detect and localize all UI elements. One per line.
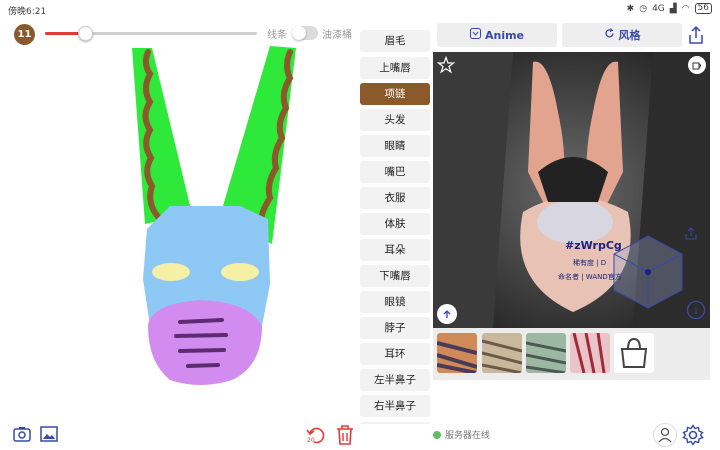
sketch-left-ear: [132, 48, 192, 224]
result-namer: 命名者 | WAND官方: [558, 273, 622, 281]
category-clothes[interactable]: 衣服: [360, 187, 430, 209]
wifi-icon: ◠: [681, 3, 690, 14]
category-neck[interactable]: 脖子: [360, 317, 430, 339]
alarm-icon: ◷: [639, 3, 648, 14]
sketch-mouth: [148, 300, 262, 385]
app-root: 傍晚6:21 ✱ ◷ 4G ▟ ◠ 56 11 线条 油漆桶 眉毛 上嘴唇 项链…: [0, 0, 720, 450]
server-status-label: 服务器在线: [445, 431, 491, 441]
bag-icon[interactable]: [614, 333, 654, 373]
category-list: 眉毛 上嘴唇 项链 头发 眼睛 嘴巴 衣服 体肤 耳朵 下嘴唇 眼镜 脖子 耳环…: [358, 20, 432, 424]
history-thumb-3[interactable]: [526, 333, 566, 373]
paint-mode-toggle[interactable]: [292, 26, 318, 40]
category-upper-lip[interactable]: 上嘴唇: [360, 57, 430, 79]
sketch-right-eye: [221, 263, 259, 281]
category-hair[interactable]: 头发: [360, 109, 430, 131]
generated-result-image[interactable]: i: [433, 52, 710, 328]
network-label: 4G: [652, 3, 665, 14]
brush-size-indicator[interactable]: 11: [14, 24, 35, 45]
category-ears[interactable]: 耳朵: [360, 239, 430, 261]
image-icon[interactable]: [40, 426, 58, 446]
result-share-icon[interactable]: [684, 226, 698, 245]
server-status: 服务器在线: [433, 428, 490, 441]
category-lower-lip[interactable]: 下嘴唇: [360, 265, 430, 287]
trash-icon[interactable]: [335, 424, 355, 450]
category-mouth[interactable]: 嘴巴: [360, 161, 430, 183]
category-eyes[interactable]: 眼睛: [360, 135, 430, 157]
bluetooth-icon: ✱: [626, 3, 635, 14]
undo-count: 20: [307, 437, 315, 444]
share-icon[interactable]: [685, 24, 707, 46]
history-thumb-4[interactable]: [570, 333, 610, 373]
drawing-canvas[interactable]: [0, 44, 358, 414]
category-skin[interactable]: 体肤: [360, 213, 430, 235]
anime-button[interactable]: Anime: [437, 23, 557, 47]
refresh-icon: [604, 28, 615, 42]
style-button[interactable]: 风格: [562, 23, 682, 47]
bucket-mode-label: 油漆桶: [322, 30, 352, 41]
sketch-left-eye: [152, 263, 190, 281]
battery-indicator: 56: [694, 3, 712, 14]
result-name: #zWrpCg: [565, 239, 622, 252]
result-rarity: 稀有度 | D: [573, 259, 607, 267]
category-earrings[interactable]: 耳环: [360, 343, 430, 365]
line-mode-label: 线条: [267, 30, 287, 41]
upload-icon[interactable]: [437, 304, 457, 324]
coffee-icon[interactable]: [688, 56, 706, 74]
category-glasses[interactable]: 眼镜: [360, 291, 430, 313]
anime-label: Anime: [484, 28, 525, 42]
history-thumb-1[interactable]: [437, 333, 477, 373]
status-time: 傍晚6:21: [8, 7, 47, 17]
sketch-drawing: [132, 46, 296, 385]
category-erase[interactable]: 擦除: [360, 422, 430, 424]
status-icons: ✱ ◷ 4G ▟ ◠ 56: [627, 3, 712, 14]
svg-text:i: i: [694, 306, 697, 317]
settings-icon[interactable]: [682, 424, 704, 450]
brush-size-slider[interactable]: [45, 26, 257, 42]
category-necklace[interactable]: 项链: [360, 83, 430, 105]
category-right-nose[interactable]: 右半鼻子: [360, 395, 430, 417]
category-eyebrows[interactable]: 眉毛: [360, 30, 430, 52]
signal-icon: ▟: [669, 3, 677, 14]
status-bar: 傍晚6:21 ✱ ◷ 4G ▟ ◠ 56: [0, 0, 720, 20]
server-status-dot: [433, 430, 441, 439]
history-thumb-2[interactable]: [482, 333, 522, 373]
info-icon[interactable]: i: [686, 300, 706, 324]
star-icon[interactable]: [436, 55, 456, 78]
anime-icon: [469, 28, 481, 42]
category-left-nose[interactable]: 左半鼻子: [360, 369, 430, 391]
slider-thumb[interactable]: [78, 26, 94, 41]
style-label: 风格: [618, 29, 641, 42]
user-icon[interactable]: [653, 423, 677, 447]
toggle-knob: [292, 26, 306, 40]
camera-icon[interactable]: [13, 426, 31, 446]
